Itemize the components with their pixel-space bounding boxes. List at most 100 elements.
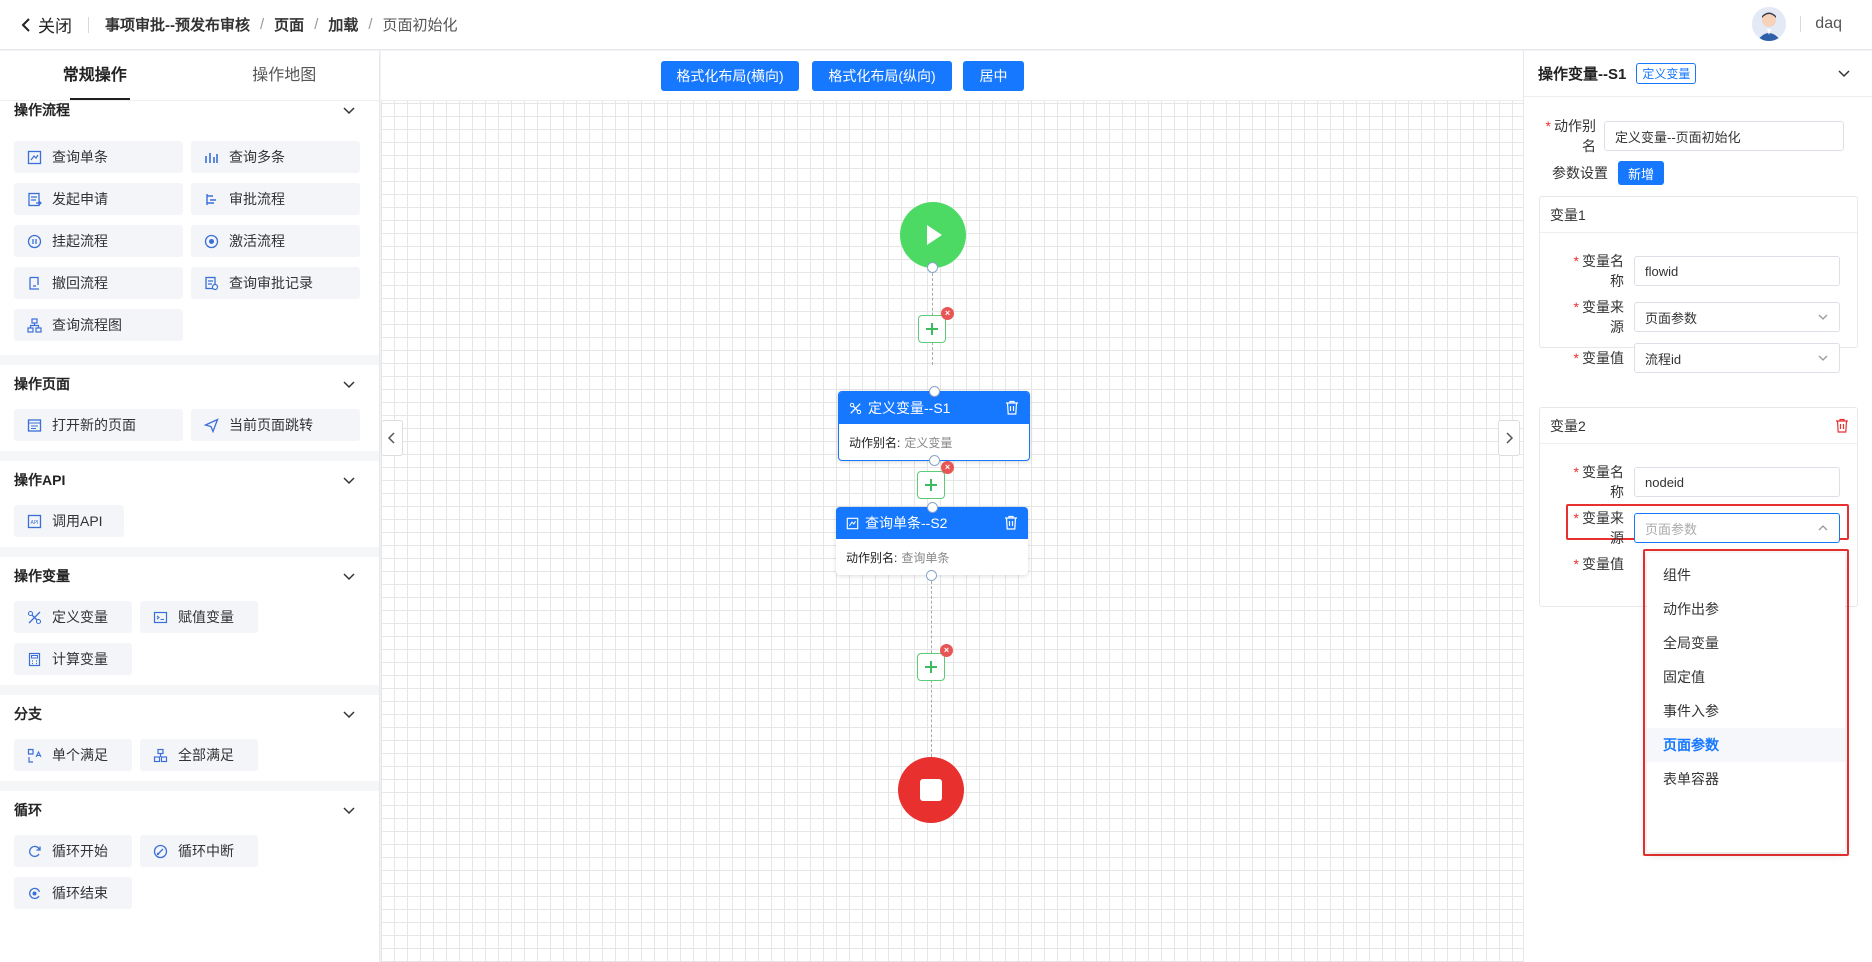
plus-icon <box>925 479 937 491</box>
item-current-page-jump[interactable]: 当前页面跳转 <box>191 409 360 441</box>
add-node-button[interactable] <box>917 471 945 499</box>
username: daq <box>1815 15 1842 32</box>
dropdown-option[interactable]: 固定值 <box>1647 660 1845 694</box>
records-icon <box>203 275 219 291</box>
delete-edge-icon[interactable]: × <box>941 461 954 474</box>
user-menu[interactable]: daq <box>1752 7 1842 41</box>
start-node[interactable] <box>900 202 966 268</box>
collapse-left-toggle[interactable] <box>381 420 403 456</box>
tab-operation-map[interactable]: 操作地图 <box>190 51 380 100</box>
item-all-match[interactable]: 全部满足 <box>140 739 258 771</box>
delete-edge-icon[interactable]: × <box>940 644 953 657</box>
chevron-down-icon <box>1818 355 1828 361</box>
chevron-down-icon <box>343 107 355 115</box>
chevron-right-icon <box>1506 432 1514 444</box>
avatar[interactable] <box>1752 7 1787 41</box>
var1-name-row: * 变量名称 flowid <box>1564 251 1840 291</box>
item-assign-variable[interactable]: 赋值变量 <box>140 601 258 633</box>
var1-name-input[interactable]: flowid <box>1634 256 1840 286</box>
breadcrumb-item[interactable]: 页面 <box>274 14 304 35</box>
item-withdraw-flow[interactable]: 撤回流程 <box>14 267 183 299</box>
start-output-port[interactable] <box>927 262 938 273</box>
format-vertical-button[interactable]: 格式化布局(纵向) <box>812 61 952 91</box>
group-header-page[interactable]: 操作页面 <box>0 371 379 397</box>
group-header-branch[interactable]: 分支 <box>0 701 379 727</box>
var1-source-select[interactable]: 页面参数 <box>1634 302 1840 332</box>
delete-edge-icon[interactable]: × <box>941 307 954 320</box>
group-body-variable: 定义变量 赋值变量 计算变量 <box>0 589 379 681</box>
flow-canvas[interactable]: 格式化布局(横向) 格式化布局(纵向) 居中 × 定义变量--S1 动作别名: … <box>381 51 1523 962</box>
chevron-up-icon <box>1818 525 1828 531</box>
item-loop-start[interactable]: 循环开始 <box>14 835 132 867</box>
node-alias-label: 动作别名: <box>846 550 898 565</box>
tab-common-operations[interactable]: 常规操作 <box>0 51 190 100</box>
item-compute-variable[interactable]: 计算变量 <box>14 643 132 675</box>
add-node-button[interactable] <box>918 315 946 343</box>
assign-variable-icon <box>152 609 168 625</box>
var2-name-input[interactable]: nodeid <box>1634 467 1840 497</box>
item-open-new-page[interactable]: 打开新的页面 <box>14 409 183 441</box>
item-approve-flow[interactable]: 审批流程 <box>191 183 360 215</box>
flow-node-s2[interactable]: 查询单条--S2 动作别名: 查询单条 <box>836 507 1028 575</box>
pause-icon <box>26 233 42 249</box>
item-loop-end[interactable]: 循环结束 <box>14 877 132 909</box>
plus-icon <box>926 323 938 335</box>
define-variable-icon <box>26 609 42 625</box>
s1-input-port[interactable] <box>929 386 940 397</box>
item-suspend-flow[interactable]: 挂起流程 <box>14 225 183 257</box>
group-title: 操作流程 <box>14 102 70 118</box>
query-single-icon <box>26 149 42 165</box>
left-tabs: 常规操作 操作地图 <box>0 51 379 101</box>
item-activate-flow[interactable]: 激活流程 <box>191 225 360 257</box>
chevron-down-icon <box>343 711 355 719</box>
item-single-match[interactable]: 单个满足 <box>14 739 132 771</box>
format-horizontal-button[interactable]: 格式化布局(横向) <box>661 61 799 91</box>
item-define-variable[interactable]: 定义变量 <box>14 601 132 633</box>
var1-value-select[interactable]: 流程id <box>1634 343 1840 373</box>
breadcrumb-item[interactable]: 加载 <box>328 14 358 35</box>
dropdown-option[interactable]: 表单容器 <box>1647 762 1845 796</box>
center-button[interactable]: 居中 <box>963 61 1024 91</box>
chevron-down-icon[interactable] <box>1836 65 1852 81</box>
dropdown-option[interactable]: 全局变量 <box>1647 626 1845 660</box>
alias-input[interactable]: 定义变量--页面初始化 <box>1604 121 1844 151</box>
group-header-api[interactable]: 操作API <box>0 467 379 493</box>
item-query-multiple[interactable]: 查询多条 <box>191 141 360 173</box>
group-header-loop[interactable]: 循环 <box>0 797 379 823</box>
flow-node-s1[interactable]: 定义变量--S1 动作别名: 定义变量 <box>838 391 1030 461</box>
var2-source-select[interactable]: 页面参数 <box>1634 513 1840 543</box>
item-query-approval-records[interactable]: 查询审批记录 <box>191 267 360 299</box>
dropdown-option[interactable]: 动作出参 <box>1647 592 1845 626</box>
item-call-api[interactable]: API 调用API <box>14 505 124 537</box>
group-header-flow[interactable]: 操作流程 <box>0 97 379 123</box>
dropdown-option[interactable]: 组件 <box>1647 558 1845 592</box>
group-title: 分支 <box>14 706 42 722</box>
dropdown-option[interactable]: 事件入参 <box>1647 694 1845 728</box>
end-node[interactable] <box>898 757 964 823</box>
trash-icon[interactable] <box>1004 515 1018 533</box>
breadcrumb-item[interactable]: 事项审批--预发布审核 <box>105 14 250 35</box>
delete-icon[interactable] <box>1835 418 1849 436</box>
item-query-single[interactable]: 查询单条 <box>14 141 183 173</box>
calculator-icon <box>26 651 42 667</box>
collapse-right-toggle[interactable] <box>1498 420 1520 456</box>
loop-break-icon <box>152 843 168 859</box>
add-param-button[interactable]: 新增 <box>1618 161 1664 185</box>
node-title: 定义变量--S1 <box>868 400 951 416</box>
add-node-button[interactable] <box>917 653 945 681</box>
withdraw-icon <box>26 275 42 291</box>
close-button[interactable]: 关闭 <box>20 12 72 37</box>
open-page-icon <box>26 417 42 433</box>
group-header-variable[interactable]: 操作变量 <box>0 563 379 589</box>
item-loop-break[interactable]: 循环中断 <box>140 835 258 867</box>
trash-icon[interactable] <box>1005 400 1019 418</box>
s2-input-port[interactable] <box>927 502 938 513</box>
item-start-application[interactable]: 发起申请 <box>14 183 183 215</box>
variable-card-header: 变量2 <box>1540 408 1857 444</box>
alias-label: 动作别名 <box>1554 118 1596 154</box>
dropdown-option-selected[interactable]: 页面参数 <box>1647 728 1845 762</box>
var2-source-row: * 变量来源 页面参数 <box>1564 508 1840 548</box>
item-query-flowchart[interactable]: 查询流程图 <box>14 309 183 341</box>
s2-output-port[interactable] <box>926 570 937 581</box>
s1-output-port[interactable] <box>929 455 940 466</box>
